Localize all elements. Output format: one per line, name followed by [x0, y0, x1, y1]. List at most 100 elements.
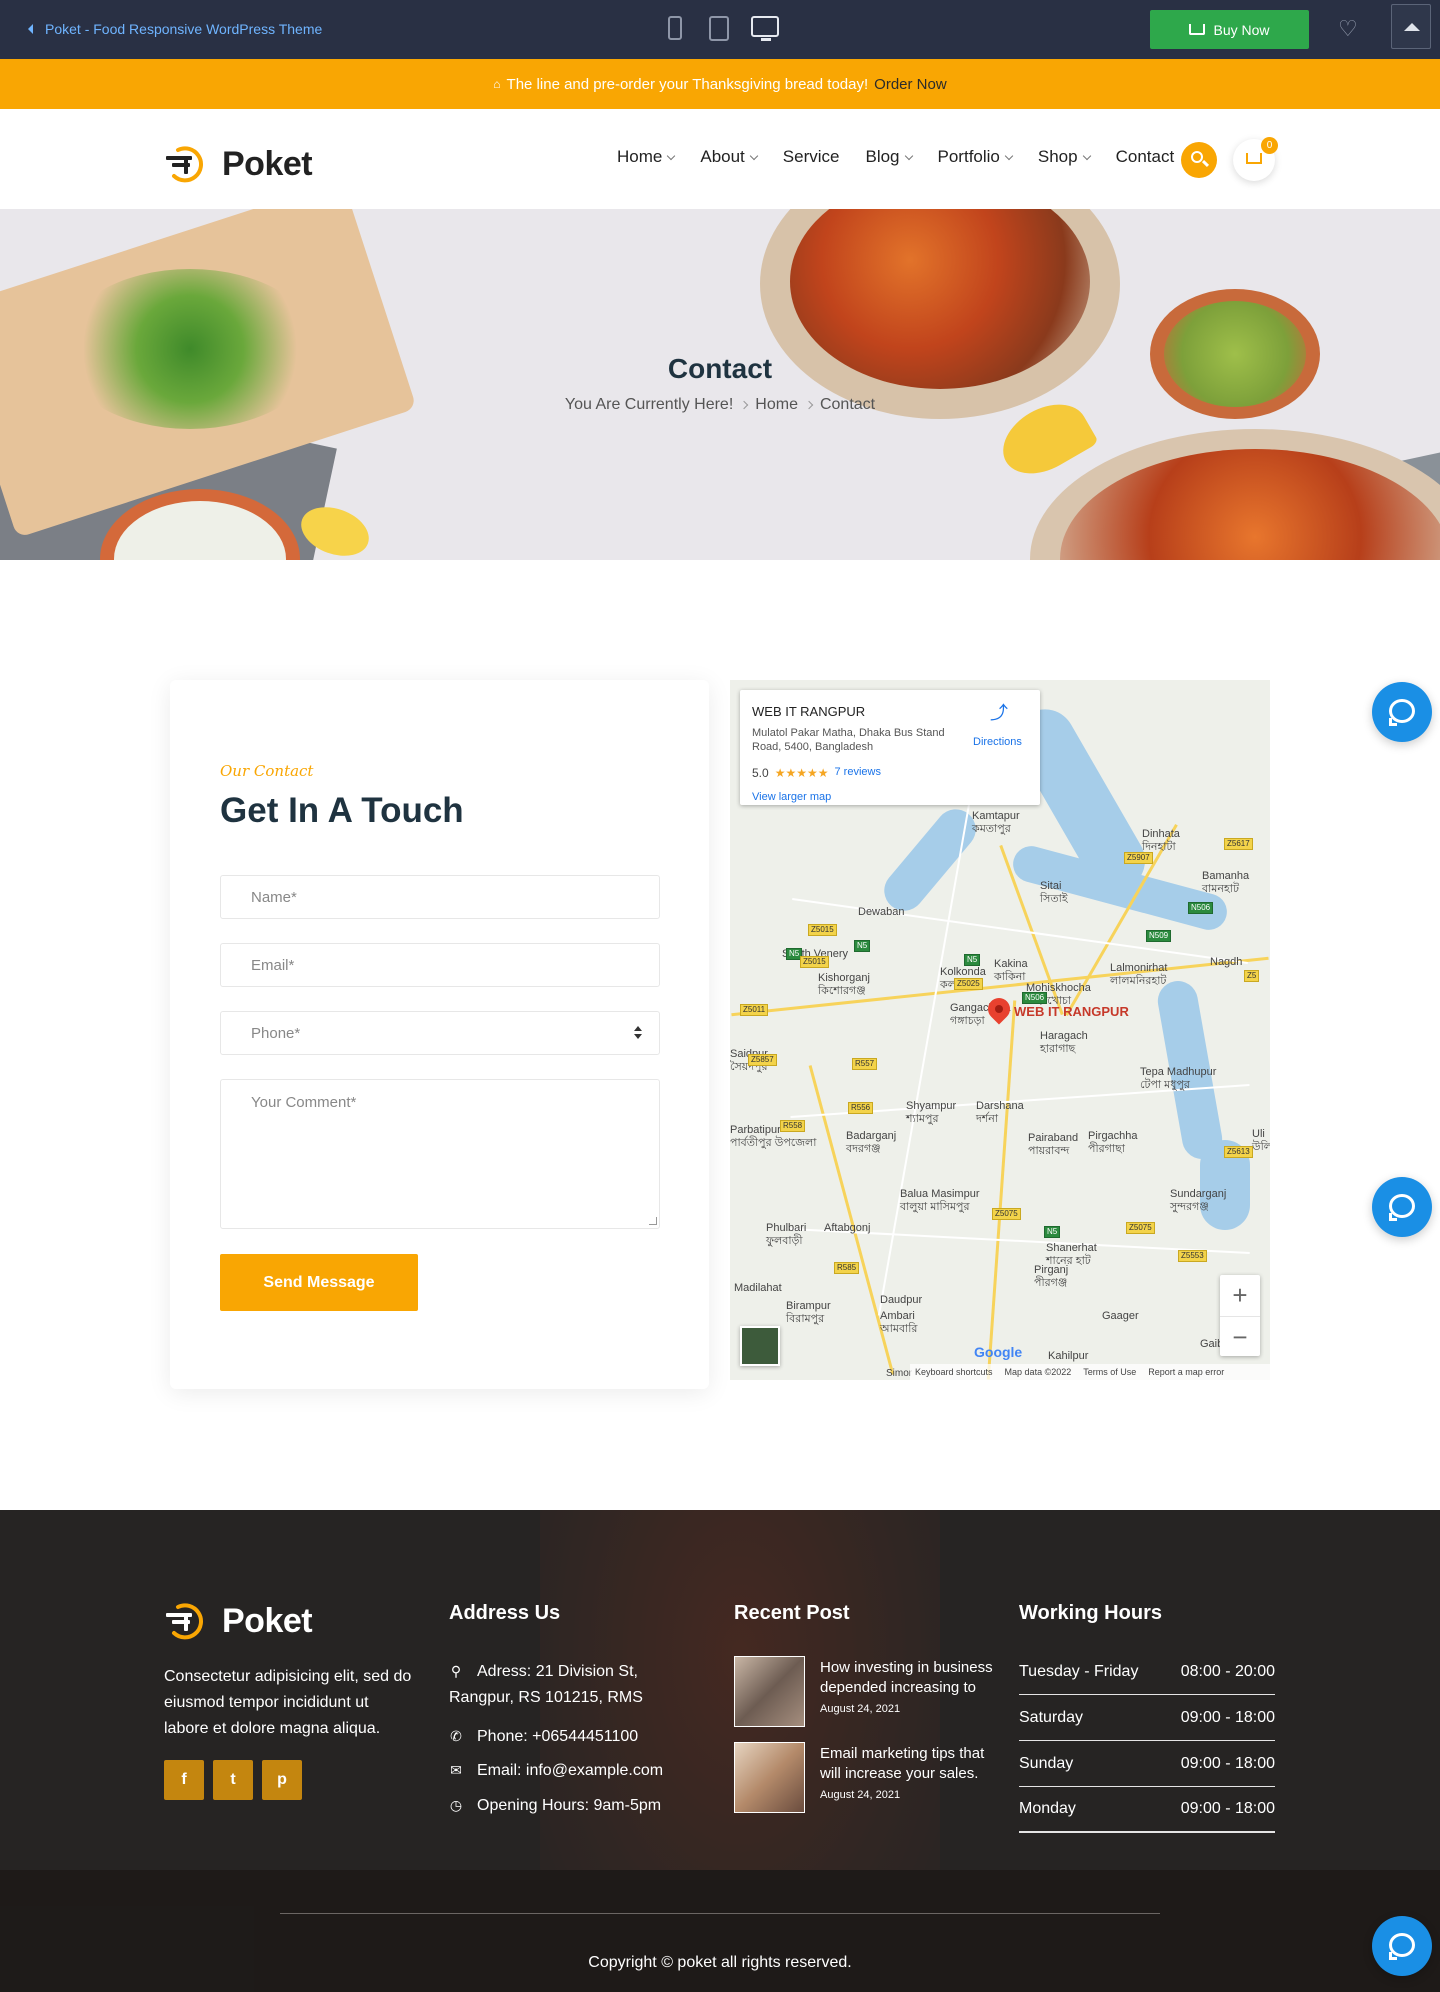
- map-place-name: Dewaban: [858, 906, 905, 918]
- map-place-name: Dinhata: [1142, 828, 1180, 840]
- map-footer-link[interactable]: Map data ©2022: [1005, 1367, 1072, 1377]
- hours-day: Monday: [1019, 1800, 1076, 1817]
- map-place-label: Phulbari ফুলবাড়ী: [766, 1222, 806, 1248]
- map-footer-link[interactable]: Report a map error: [1148, 1367, 1224, 1377]
- post-thumbnail[interactable]: [734, 1656, 805, 1727]
- nav-item-label: About: [700, 147, 745, 166]
- map-info-box: WEB IT RANGPUR Mulatol Pakar Matha, Dhak…: [740, 690, 1040, 805]
- post-title-link[interactable]: How investing in business depended incre…: [820, 1658, 1000, 1698]
- map-road-marker: N506: [1022, 992, 1048, 1004]
- map-place-name: Sundarganj: [1170, 1188, 1227, 1200]
- resize-handle-icon[interactable]: [649, 1217, 657, 1225]
- map-place-name-local: পীরগঞ্জ: [1034, 1277, 1068, 1289]
- breadcrumb-prefix: You Are Currently Here!: [564, 396, 734, 413]
- hours-day: Tuesday - Friday: [1019, 1662, 1139, 1680]
- hours-row: Sunday 09:00 - 18:00: [1019, 1741, 1275, 1787]
- reviews-link[interactable]: 7 reviews: [834, 766, 880, 780]
- name-field[interactable]: [220, 875, 660, 919]
- map-place-label: Dinhata দিনহাটা: [1142, 828, 1180, 854]
- nav-item-blog[interactable]: Blog: [865, 147, 913, 167]
- map-place-label: Dewaban: [858, 906, 904, 919]
- cart-button[interactable]: 0: [1233, 137, 1278, 181]
- footer-address-text: Adress: 21 Division St, Rangpur, RS 1012…: [449, 1663, 643, 1706]
- cart-count-badge: 0: [1261, 137, 1278, 154]
- site-logo[interactable]: Poket: [164, 145, 313, 184]
- map-place-name: Uli: [1252, 1128, 1265, 1140]
- map-place-name: Madilahat: [734, 1282, 782, 1294]
- map-road-marker: Z5617: [1224, 838, 1253, 850]
- working-hours-heading: Working Hours: [1019, 1602, 1162, 1624]
- promo-notice-bar: ⌂ The line and pre-order your Thanksgivi…: [0, 59, 1440, 109]
- facebook-icon[interactable]: f: [164, 1760, 204, 1800]
- map-place-name: Tepa Madhupur: [1140, 1066, 1217, 1078]
- chat-button[interactable]: [1372, 1916, 1432, 1976]
- view-larger-map-link[interactable]: View larger map: [752, 791, 831, 803]
- directions-icon[interactable]: ⤴: [990, 704, 1008, 722]
- map-footer-link[interactable]: Keyboard shortcuts: [915, 1367, 993, 1377]
- footer-logo[interactable]: Poket: [164, 1602, 313, 1641]
- mobile-view-icon[interactable]: [668, 16, 682, 40]
- preview-back-link[interactable]: Poket - Food Responsive WordPress Theme: [28, 21, 322, 37]
- collapse-bar-button[interactable]: [1391, 4, 1431, 49]
- nav-item-portfolio[interactable]: Portfolio: [937, 147, 1014, 167]
- comment-field[interactable]: [220, 1079, 660, 1229]
- hours-time: 09:00 - 18:00: [1180, 1708, 1275, 1726]
- send-message-button[interactable]: Send Message: [220, 1254, 418, 1311]
- map-place-label: Kamtapur কমতাপুর: [972, 810, 1020, 836]
- map-place-label: Kishorganj কিশোরগঞ্জ: [818, 972, 870, 998]
- map-road-marker: R557: [852, 1058, 878, 1070]
- post-title-link[interactable]: Email marketing tips that will increase …: [820, 1744, 1000, 1784]
- buy-now-label: Buy Now: [1213, 21, 1270, 38]
- hours-day: Sunday: [1019, 1754, 1074, 1772]
- map-place-name: Nagdh: [1210, 956, 1243, 968]
- map-footer-link[interactable]: Terms of Use: [1083, 1367, 1136, 1377]
- email-field[interactable]: [220, 943, 660, 987]
- site-footer: Poket Consectetur adipisicing elit, sed …: [0, 1510, 1440, 1992]
- chat-button[interactable]: [1372, 1177, 1432, 1237]
- pinterest-icon[interactable]: p: [262, 1760, 302, 1800]
- map-place-name-local: আমবারি: [880, 1323, 918, 1335]
- chat-button[interactable]: [1372, 682, 1432, 742]
- post-thumbnail[interactable]: [734, 1742, 805, 1813]
- nav-item-label: Contact: [1115, 147, 1175, 166]
- nav-item-home[interactable]: Home: [617, 147, 676, 167]
- google-map[interactable]: Kamtapur কমতাপুর Dinhata দিনহাটা Bamanha বামন…: [730, 680, 1270, 1380]
- desktop-view-icon[interactable]: [751, 16, 779, 41]
- logo-mark-icon: [166, 145, 203, 182]
- nav-item-label: Portfolio: [937, 147, 1000, 166]
- map-place-label: Shyampur শ্যামপুর: [906, 1100, 956, 1126]
- breadcrumb-home-link[interactable]: Home: [755, 396, 798, 414]
- map-place-name-local: শ্যামপুর: [906, 1113, 939, 1125]
- google-logo: Google: [974, 1344, 1023, 1360]
- zoom-out-button[interactable]: −: [1220, 1316, 1260, 1356]
- wishlist-heart-icon[interactable]: ♡: [1338, 18, 1360, 40]
- map-place-name-local: কাকিনা: [994, 971, 1026, 983]
- map-road-marker: Z5: [1244, 970, 1260, 982]
- location-pin-icon: ⚲: [450, 1663, 462, 1679]
- map-footer: Keyboard shortcuts Map data ©2022 Terms of…: [910, 1364, 1270, 1380]
- zoom-in-button[interactable]: +: [1220, 1275, 1260, 1315]
- buy-now-button[interactable]: Buy Now: [1150, 10, 1309, 49]
- map-place-name: Balua Masimpur: [900, 1188, 980, 1200]
- phone-field[interactable]: [220, 1011, 660, 1055]
- nav-item-shop[interactable]: Shop: [1038, 147, 1091, 167]
- section-eyebrow: Our Contact: [220, 762, 314, 780]
- order-now-link[interactable]: Order Now: [874, 76, 947, 93]
- map-road-marker: Z5075: [992, 1208, 1021, 1220]
- directions-link[interactable]: Directions: [973, 736, 1022, 748]
- nav-item-about[interactable]: About: [700, 147, 759, 167]
- search-button[interactable]: [1181, 142, 1217, 178]
- nav-item-service[interactable]: Service: [783, 147, 840, 167]
- satellite-view-toggle[interactable]: [740, 1326, 780, 1366]
- number-stepper-icon[interactable]: [633, 1024, 643, 1042]
- place-name: WEB IT RANGPUR: [752, 704, 866, 719]
- tablet-view-icon[interactable]: [709, 16, 729, 41]
- footer-email-text: Email: info@example.com: [477, 1762, 664, 1779]
- hours-time: 08:00 - 20:00: [1180, 1662, 1275, 1680]
- twitter-icon[interactable]: t: [213, 1760, 253, 1800]
- nav-item-contact[interactable]: Contact: [1116, 147, 1175, 167]
- clock-icon: ◷: [449, 1797, 463, 1813]
- cart-icon: [1189, 24, 1206, 35]
- map-river: [876, 801, 984, 919]
- breadcrumb-current: Contact: [819, 396, 876, 413]
